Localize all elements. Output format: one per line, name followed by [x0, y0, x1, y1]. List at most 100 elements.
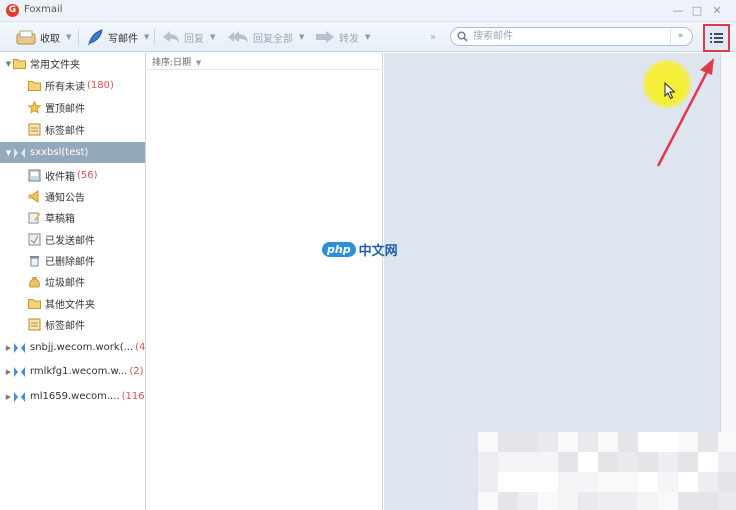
- mail-list-pane[interactable]: 排序:日期 ▼: [147, 53, 383, 510]
- reply-button[interactable]: 回复 ▼: [162, 25, 215, 49]
- compose-label: 写邮件: [108, 33, 138, 45]
- mosaic-cell: [618, 432, 638, 452]
- collapse-arrow-icon[interactable]: ▶: [4, 368, 13, 376]
- sidebar-item-inbox[interactable]: 收件箱 (56): [0, 165, 145, 186]
- mosaic-cell: [518, 432, 538, 452]
- receive-dropdown-icon[interactable]: ▼: [66, 33, 71, 41]
- forward-dropdown-icon[interactable]: ▼: [365, 33, 370, 41]
- receive-label: 收取: [40, 33, 60, 45]
- mosaic-cell: [578, 432, 598, 452]
- collapse-arrow-icon[interactable]: ▶: [4, 344, 13, 352]
- sidebar-item-label: 草稿箱: [45, 214, 75, 225]
- list-layout-icon: [710, 33, 723, 43]
- sidebar-item-label: 其他文件夹: [45, 300, 95, 311]
- sidebar-item-account-ml1659[interactable]: ▶ ml1659.wecom.... (116): [0, 386, 145, 407]
- sidebar-item-label: 标签邮件: [45, 126, 85, 137]
- folder-sidebar: ▼ 常用文件夹 所有未读 (180) 置顶邮件 标签邮件 ▼ sxxbsl(te…: [0, 53, 146, 510]
- mosaic-cell: [618, 452, 638, 472]
- blurred-region: [478, 432, 736, 510]
- compose-button[interactable]: 写邮件 ▼: [86, 25, 149, 49]
- sidebar-item-label: 标签邮件: [45, 321, 85, 332]
- sidebar-item-label: 通知公告: [45, 193, 85, 204]
- sidebar-item-sent[interactable]: 已发送邮件: [0, 229, 145, 250]
- receive-button[interactable]: 收取 ▼: [16, 25, 71, 49]
- sidebar-item-label: 已删除邮件: [45, 257, 95, 268]
- mosaic-cell: [538, 432, 558, 452]
- sidebar-item-common-folders[interactable]: ▼ 常用文件夹: [0, 53, 145, 74]
- folder-icon: [28, 297, 41, 310]
- sidebar-item-label: 垃圾邮件: [45, 278, 85, 289]
- sidebar-item-deleted[interactable]: 已删除邮件: [0, 250, 145, 271]
- mosaic-cell: [658, 432, 678, 452]
- reply-dropdown-icon[interactable]: ▼: [210, 33, 215, 41]
- mosaic-cell: [618, 472, 638, 492]
- search-input[interactable]: [473, 29, 663, 44]
- sidebar-item-label: sxxbsl(test): [30, 147, 89, 158]
- star-icon: [28, 101, 41, 114]
- sidebar-item-account-sxxbsl[interactable]: ▼ sxxbsl(test): [0, 142, 145, 163]
- mosaic-cell: [678, 472, 698, 492]
- expand-arrow-icon[interactable]: ▼: [4, 149, 13, 157]
- account-icon: [13, 146, 26, 159]
- unread-count: (180): [87, 80, 114, 91]
- layout-switch-button[interactable]: [703, 24, 730, 52]
- toolbar-overflow-button[interactable]: »: [430, 25, 436, 49]
- mosaic-cell: [678, 452, 698, 472]
- mosaic-cell: [698, 472, 718, 492]
- sidebar-item-tagged-2[interactable]: 标签邮件: [0, 314, 145, 335]
- search-box: »: [450, 27, 693, 46]
- sidebar-item-tagged[interactable]: 标签邮件: [0, 119, 145, 140]
- window-title: Foxmail: [24, 4, 63, 15]
- collapse-arrow-icon[interactable]: ▶: [4, 393, 13, 401]
- sidebar-item-label: rmlkfg1.wecom.w...: [30, 366, 128, 377]
- sidebar-item-other-folders[interactable]: 其他文件夹: [0, 293, 145, 314]
- sidebar-item-drafts[interactable]: 草稿箱: [0, 207, 145, 228]
- mosaic-cell: [518, 472, 538, 492]
- sidebar-item-starred[interactable]: 置顶邮件: [0, 97, 145, 118]
- sidebar-item-label: 已发送邮件: [45, 236, 95, 247]
- folder-icon: [28, 79, 41, 92]
- mosaic-cell: [578, 492, 598, 510]
- feather-pen-icon: [87, 29, 103, 46]
- expand-arrow-icon[interactable]: ▼: [4, 60, 13, 68]
- mosaic-cell: [718, 432, 736, 452]
- sidebar-item-label: snbjj.wecom.work(...: [30, 342, 134, 353]
- unread-count: (2): [129, 366, 144, 377]
- reply-all-button[interactable]: 回复全部 ▼: [227, 25, 304, 49]
- mosaic-cell: [478, 472, 498, 492]
- mosaic-cell: [478, 492, 498, 510]
- inbox-tray-icon: [16, 30, 36, 45]
- close-button[interactable]: ✕: [708, 2, 726, 20]
- maximize-button[interactable]: □: [688, 2, 706, 20]
- sidebar-item-notice[interactable]: 通知公告: [0, 186, 145, 207]
- sidebar-item-label: 置顶邮件: [45, 104, 85, 115]
- mosaic-cell: [558, 472, 578, 492]
- forward-button[interactable]: 转发 ▼: [315, 25, 370, 49]
- sort-dropdown[interactable]: 排序:日期 ▼: [147, 53, 383, 70]
- mosaic-cell: [698, 492, 718, 510]
- reply-all-dropdown-icon[interactable]: ▼: [299, 33, 304, 41]
- unread-count: (4): [135, 342, 145, 353]
- forward-label: 转发: [339, 33, 359, 45]
- sidebar-item-account-rmlkfg1[interactable]: ▶ rmlkfg1.wecom.w... (2): [0, 361, 145, 382]
- mosaic-cell: [598, 452, 618, 472]
- minimize-button[interactable]: —: [669, 2, 687, 20]
- sidebar-item-spam[interactable]: 垃圾邮件: [0, 271, 145, 292]
- trash-icon: [28, 254, 41, 267]
- sidebar-item-label: ml1659.wecom....: [30, 391, 120, 402]
- mosaic-cell: [678, 492, 698, 510]
- mosaic-cell: [618, 492, 638, 510]
- tag-icon: [28, 318, 41, 331]
- sidebar-item-all-unread[interactable]: 所有未读 (180): [0, 75, 145, 96]
- mosaic-cell: [518, 452, 538, 472]
- mosaic-cell: [558, 452, 578, 472]
- mosaic-cell: [698, 432, 718, 452]
- compose-dropdown-icon[interactable]: ▼: [144, 33, 149, 41]
- sidebar-item-account-snbjj[interactable]: ▶ snbjj.wecom.work(... (4): [0, 337, 145, 358]
- search-options-button[interactable]: »: [670, 29, 690, 44]
- watermark-text: 中文网: [358, 244, 398, 259]
- mosaic-cell: [638, 452, 658, 472]
- site-watermark: php 中文网: [322, 240, 398, 259]
- mosaic-cell: [718, 492, 736, 510]
- forward-arrow-icon: [316, 31, 334, 43]
